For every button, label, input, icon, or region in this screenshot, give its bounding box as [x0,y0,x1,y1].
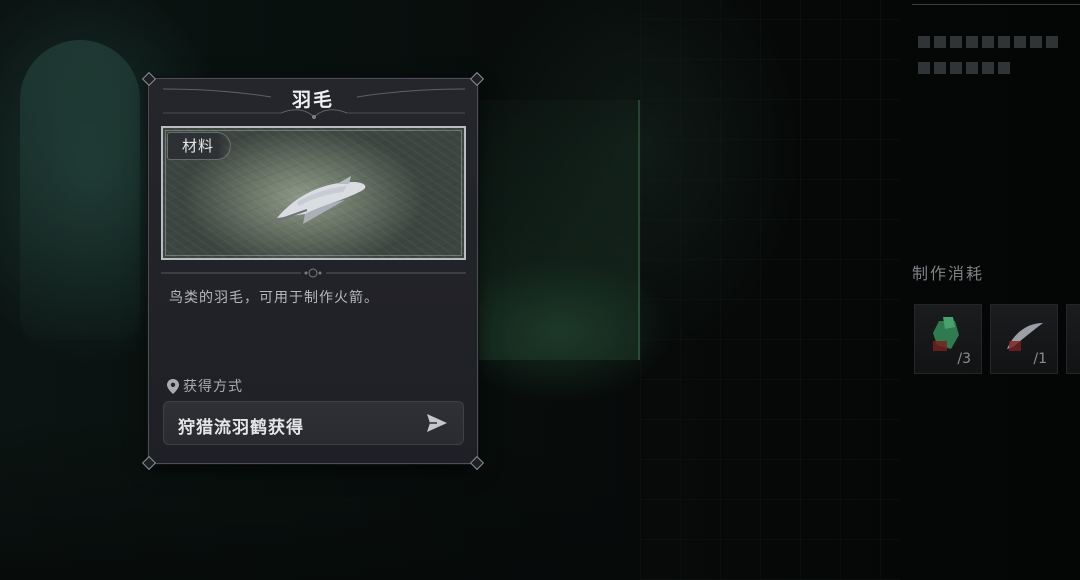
crafting-cost-title: 制作消耗 [912,264,985,283]
crafting-material-slot[interactable]: /3 [914,304,982,374]
scene-wall-grid [640,0,900,580]
crafting-material-slot[interactable]: /1 [990,304,1058,374]
item-image: 材料 [161,126,466,260]
acquisition-label-text: 获得方式 [183,379,243,395]
card-header: 羽毛 [149,79,477,119]
scene-pillar [20,40,140,340]
acquisition-label: 获得方式 [167,376,243,396]
item-description: 鸟类的羽毛，可用于制作火箭。 [169,290,379,306]
item-title: 羽毛 [291,89,334,111]
crafting-material-slot-clipped[interactable] [1066,304,1080,374]
acquisition-source-button[interactable]: 狩猎流羽鹤获得 [163,401,464,445]
crafting-material-count: /1 [1033,351,1047,367]
green-material-icon [933,317,959,351]
item-detail-card: 羽毛 材料 鸟类的羽毛，可用于制作火箭。 获得方式 狩猎流羽鹤获得 [141,71,485,471]
crafting-material-count: /3 [957,351,971,367]
acquisition-source-text: 狩猎流羽鹤获得 [178,418,304,438]
item-category-tag: 材料 [167,132,232,160]
right-panel-obscured-text [918,28,1068,74]
location-pin-icon [167,378,179,394]
send-arrow-icon[interactable] [427,414,447,432]
scene-glass-case [478,100,640,360]
right-panel-top-bar [912,0,1080,5]
feather-icon [1007,323,1043,351]
section-divider [161,268,466,278]
